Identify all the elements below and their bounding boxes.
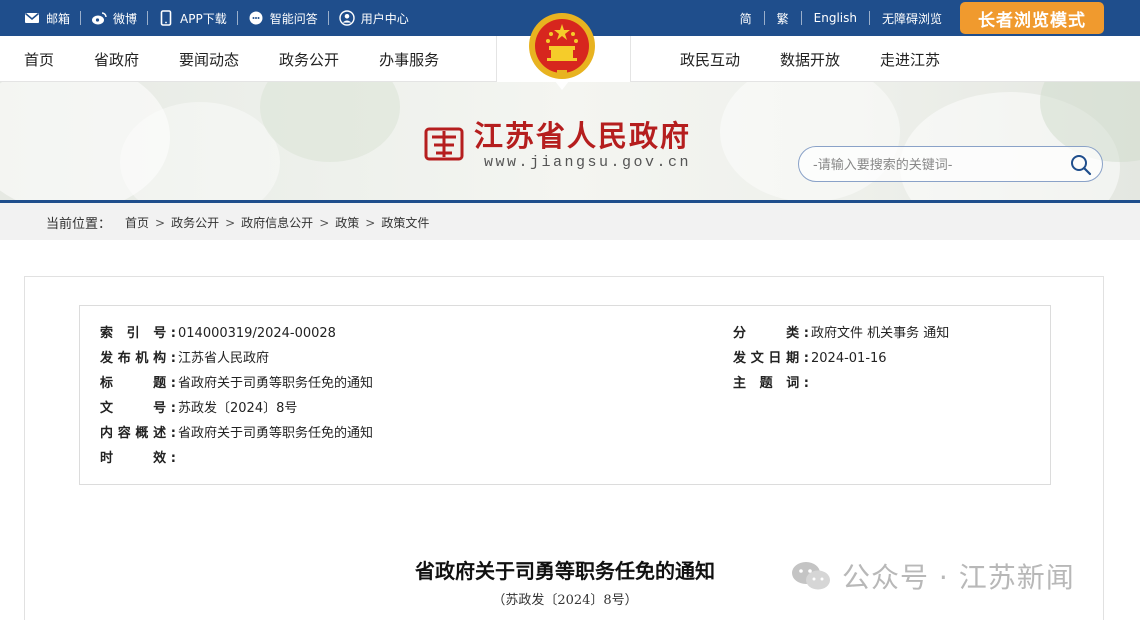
nav-item-gov-affairs[interactable]: 政务公开 (279, 49, 339, 70)
meta-summary-value: 省政府关于司勇等职务任免的通知 (178, 426, 374, 441)
breadcrumb-label: 当前位置： (46, 217, 112, 232)
breadcrumb-gov-info[interactable]: 政府信息公开 (241, 214, 313, 231)
app-download-label: APP下载 (180, 11, 227, 26)
user-center-label: 用户中心 (360, 11, 409, 26)
breadcrumb-policy[interactable]: 政策 (335, 214, 359, 231)
smart-qa-link[interactable]: 智能问答 (248, 10, 318, 27)
meta-title-value: 省政府关于司勇等职务任免的通知 (178, 376, 374, 391)
search-icon[interactable] (1069, 153, 1093, 177)
nav-item-interaction[interactable]: 政民互动 (680, 49, 740, 70)
meta-subject-key: 主 题 词: (733, 376, 809, 391)
meta-title-key: 标 题: (100, 376, 176, 391)
meta-org-value: 江苏省人民政府 (178, 351, 270, 366)
breadcrumb-gov-affairs[interactable]: 政务公开 (171, 214, 219, 231)
meta-subject-row: 主 题 词: (733, 372, 811, 391)
meta-index-value: 014000319/2024-00028 (178, 326, 336, 341)
language-links: 简 繁 English 无障碍浏览 (740, 0, 942, 36)
national-emblem-icon (529, 13, 595, 90)
divider (147, 11, 149, 25)
elder-mode-button[interactable]: 长者浏览模式 (960, 2, 1104, 34)
nav-right: 政民互动 数据开放 走进江苏 (680, 36, 980, 82)
mail-label: 邮箱 (46, 11, 71, 26)
meta-org-key: 发布机构: (100, 351, 176, 366)
breadcrumb-home[interactable]: 首页 (125, 214, 149, 231)
top-links: 邮箱 微博 APP下载 智能问答 用户中心 (24, 0, 409, 36)
meta-docno-key: 文 号: (100, 401, 176, 416)
meta-summary-key: 内容概述: (100, 426, 176, 441)
nav-item-open-data[interactable]: 数据开放 (780, 49, 840, 70)
breadcrumb: 当前位置： 首页 > 政务公开 > 政府信息公开 > 政策 > 政策文件 (46, 213, 429, 233)
user-center-link[interactable]: 用户中心 (339, 10, 409, 27)
site-url: www.jiangsu.gov.cn (484, 154, 692, 171)
wechat-watermark: 公众号 · 江苏新闻 (790, 556, 1075, 596)
search-box (798, 146, 1103, 182)
watermark-text: 公众号 · 江苏新闻 (842, 561, 1075, 594)
breadcrumb-bar: 当前位置： 首页 > 政务公开 > 政府信息公开 > 政策 > 政策文件 (0, 200, 1140, 240)
meta-validity-key: 时 效: (100, 451, 176, 466)
mail-icon (25, 12, 39, 23)
meta-category-key: 分 类: (733, 326, 809, 341)
breadcrumb-separator: > (155, 215, 166, 230)
nav-item-news[interactable]: 要闻动态 (179, 49, 239, 70)
weibo-link[interactable]: 微博 (91, 10, 137, 27)
user-icon (339, 10, 355, 26)
weibo-label: 微博 (113, 11, 138, 26)
meta-category-value: 政府文件 机关事务 通知 (811, 326, 950, 341)
nav-item-home[interactable]: 首页 (24, 49, 54, 70)
meta-date-value: 2024-01-16 (811, 351, 887, 366)
meta-category-row: 分 类: 政府文件 机关事务 通知 (733, 322, 949, 341)
breadcrumb-policy-docs[interactable]: 政策文件 (381, 214, 429, 231)
mail-link[interactable]: 邮箱 (24, 10, 70, 27)
divider (80, 11, 82, 25)
nav-item-about-jiangsu[interactable]: 走进江苏 (880, 49, 940, 70)
document-metadata: 索 引 号: 014000319/2024-00028 发布机构: 江苏省人民政府 … (79, 305, 1051, 485)
smart-qa-label: 智能问答 (269, 11, 318, 26)
breadcrumb-separator: > (319, 215, 330, 230)
weibo-icon (92, 12, 107, 25)
meta-docno-value: 苏政发〔2024〕8号 (178, 401, 298, 416)
meta-org-row: 发布机构: 江苏省人民政府 (100, 347, 269, 366)
meta-title-row: 标 题: 省政府关于司勇等职务任免的通知 (100, 372, 373, 391)
decor-petal (260, 82, 400, 162)
accessibility-link[interactable]: 无障碍浏览 (882, 10, 942, 27)
app-download-link[interactable]: APP下载 (158, 10, 227, 27)
wechat-icon (792, 562, 830, 590)
traditional-link[interactable]: 繁 (777, 10, 789, 27)
nav-left: 首页 省政府 要闻动态 政务公开 办事服务 (24, 36, 479, 82)
meta-docno-row: 文 号: 苏政发〔2024〕8号 (100, 397, 297, 416)
site-title: 江苏省人民政府 (474, 119, 692, 153)
nav-item-provincial-gov[interactable]: 省政府 (94, 49, 139, 70)
search-input[interactable] (813, 155, 1053, 175)
meta-date-key: 发文日期: (733, 351, 809, 366)
divider (800, 11, 802, 25)
jiangsu-logo-icon (424, 127, 464, 161)
meta-date-row: 发文日期: 2024-01-16 (733, 347, 887, 366)
meta-validity-row: 时 效: (100, 447, 178, 466)
divider (763, 11, 765, 25)
nav-item-services[interactable]: 办事服务 (379, 49, 439, 70)
meta-index-key: 索 引 号: (100, 326, 176, 341)
chat-icon (249, 11, 263, 25)
breadcrumb-separator: > (225, 215, 236, 230)
phone-icon (160, 10, 172, 26)
divider (868, 11, 870, 25)
meta-summary-row: 内容概述: 省政府关于司勇等职务任免的通知 (100, 422, 373, 441)
decor-petal (720, 82, 900, 200)
divider (327, 11, 329, 25)
divider (236, 11, 238, 25)
breadcrumb-separator: > (365, 215, 376, 230)
simplified-link[interactable]: 简 (740, 10, 752, 27)
meta-index-row: 索 引 号: 014000319/2024-00028 (100, 322, 336, 341)
english-link[interactable]: English (814, 11, 857, 25)
